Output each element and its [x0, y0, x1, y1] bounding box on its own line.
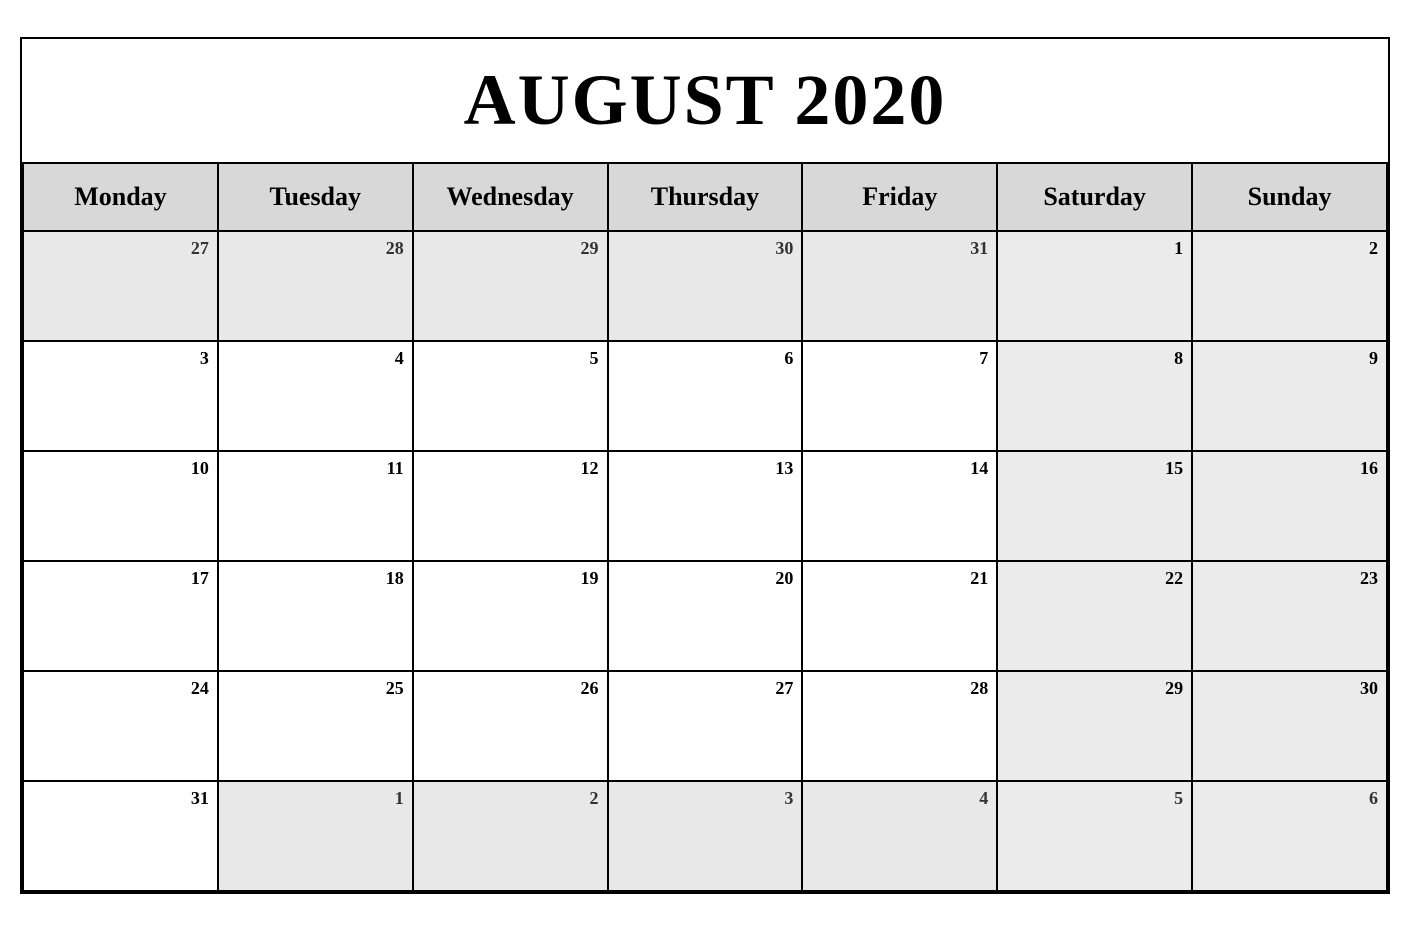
calendar-day-cell: 13 — [608, 451, 803, 561]
calendar-day-cell: 30 — [608, 231, 803, 341]
calendar-day-cell: 17 — [23, 561, 218, 671]
calendar-day-cell: 31 — [802, 231, 997, 341]
calendar-title: AUGUST 2020 — [22, 39, 1388, 162]
calendar-day-cell: 8 — [997, 341, 1192, 451]
calendar-day-cell: 23 — [1192, 561, 1387, 671]
calendar-day-cell: 22 — [997, 561, 1192, 671]
calendar-day-cell: 3 — [23, 341, 218, 451]
calendar-day-cell: 30 — [1192, 671, 1387, 781]
calendar-day-cell: 28 — [218, 231, 413, 341]
calendar-day-cell: 7 — [802, 341, 997, 451]
calendar-day-cell: 4 — [802, 781, 997, 891]
day-header-thursday: Thursday — [608, 163, 803, 231]
calendar-day-cell: 29 — [997, 671, 1192, 781]
calendar-grid: MondayTuesdayWednesdayThursdayFridaySatu… — [22, 162, 1388, 892]
day-header-row: MondayTuesdayWednesdayThursdayFridaySatu… — [23, 163, 1387, 231]
calendar-day-cell: 2 — [413, 781, 608, 891]
calendar-day-cell: 3 — [608, 781, 803, 891]
day-header-sunday: Sunday — [1192, 163, 1387, 231]
calendar-day-cell: 20 — [608, 561, 803, 671]
calendar-day-cell: 24 — [23, 671, 218, 781]
calendar-day-cell: 4 — [218, 341, 413, 451]
calendar-day-cell: 10 — [23, 451, 218, 561]
calendar-day-cell: 14 — [802, 451, 997, 561]
calendar-day-cell: 16 — [1192, 451, 1387, 561]
calendar-day-cell: 27 — [608, 671, 803, 781]
calendar-day-cell: 5 — [997, 781, 1192, 891]
calendar-day-cell: 12 — [413, 451, 608, 561]
calendar-week-row: 10111213141516 — [23, 451, 1387, 561]
calendar-day-cell: 18 — [218, 561, 413, 671]
calendar-day-cell: 21 — [802, 561, 997, 671]
day-header-tuesday: Tuesday — [218, 163, 413, 231]
calendar-day-cell: 26 — [413, 671, 608, 781]
calendar-day-cell: 1 — [218, 781, 413, 891]
calendar-day-cell: 9 — [1192, 341, 1387, 451]
calendar-container: AUGUST 2020 MondayTuesdayWednesdayThursd… — [20, 37, 1390, 894]
calendar-week-row: 272829303112 — [23, 231, 1387, 341]
calendar-week-row: 3456789 — [23, 341, 1387, 451]
calendar-day-cell: 5 — [413, 341, 608, 451]
calendar-day-cell: 6 — [1192, 781, 1387, 891]
calendar-day-cell: 29 — [413, 231, 608, 341]
day-header-saturday: Saturday — [997, 163, 1192, 231]
day-header-friday: Friday — [802, 163, 997, 231]
calendar-week-row: 17181920212223 — [23, 561, 1387, 671]
day-header-wednesday: Wednesday — [413, 163, 608, 231]
calendar-day-cell: 2 — [1192, 231, 1387, 341]
calendar-day-cell: 11 — [218, 451, 413, 561]
calendar-day-cell: 27 — [23, 231, 218, 341]
calendar-day-cell: 15 — [997, 451, 1192, 561]
calendar-day-cell: 28 — [802, 671, 997, 781]
calendar-week-row: 31123456 — [23, 781, 1387, 891]
calendar-day-cell: 1 — [997, 231, 1192, 341]
calendar-week-row: 24252627282930 — [23, 671, 1387, 781]
day-header-monday: Monday — [23, 163, 218, 231]
calendar-day-cell: 31 — [23, 781, 218, 891]
calendar-day-cell: 19 — [413, 561, 608, 671]
calendar-day-cell: 6 — [608, 341, 803, 451]
calendar-day-cell: 25 — [218, 671, 413, 781]
